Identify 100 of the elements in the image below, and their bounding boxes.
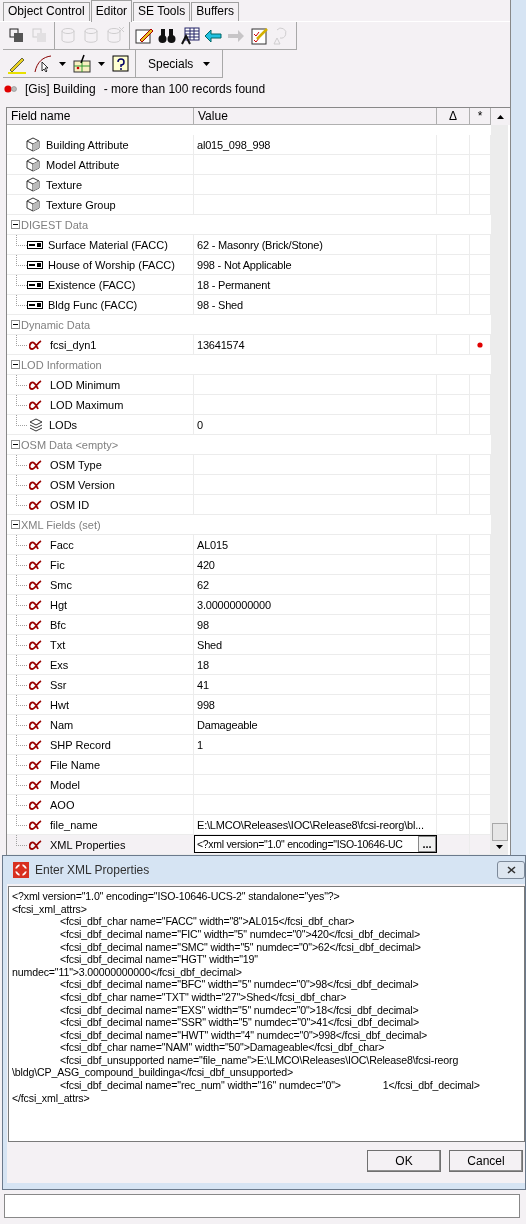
field-name: OSM Type xyxy=(50,458,102,471)
field-name: Existence (FACC) xyxy=(48,278,136,291)
collapse-toggle[interactable] xyxy=(11,440,20,449)
dropdown-caret-icon[interactable] xyxy=(98,61,105,66)
alpha-icon xyxy=(29,759,42,770)
field-name: AOO xyxy=(50,798,75,811)
modified-dot xyxy=(477,341,483,348)
field-name: Model xyxy=(50,778,80,791)
ok-button[interactable]: OK xyxy=(367,1150,441,1173)
field-value: 98 - Shed xyxy=(197,298,243,311)
alpha-icon xyxy=(29,599,42,610)
scroll-thumb[interactable] xyxy=(491,823,508,842)
combo-field-icon xyxy=(27,260,43,269)
scrollbar[interactable] xyxy=(491,125,508,856)
collapse-toggle[interactable] xyxy=(11,520,20,529)
field-name: Hwt xyxy=(50,698,69,711)
field-value: 62 xyxy=(197,578,209,591)
field-name: LOD Minimum xyxy=(50,378,121,391)
combo-field-icon xyxy=(27,280,43,289)
field-value: 18 xyxy=(197,658,209,671)
field-name: SHP Record xyxy=(50,738,111,751)
field-value: 41 xyxy=(197,678,209,691)
xml-text-field[interactable]: <?xml version="1.0" encoding="ISO-10646-UCS-2" standalone="yes"?> <fcsi_xml_attrs> <fcsi_dbf_char name="FACC" width="8">AL015</fcsi_dbf_char> <fcsi_dbf_decimal name="FIC" width="5" numdec="0">420</fcsi_dbf_decimal> <fcsi_dbf_decimal name="SMC" width="5" numdec="0">62</fcsi_dbf_decimal> <fcsi_dbf_decimal name="HGT" width="19" numdec="11">3.00000000000</fcsi_dbf_decimal> <fcsi_dbf_decimal name="BFC" width="5" numdec="0">98</fcsi_dbf_decimal> <fcsi_dbf_char name="TXT" width="27">Shed</fcsi_dbf_char> <fcsi_dbf_decimal name="EXS" width="5" numdec="0">18</fcsi_dbf_decimal> <fcsi_dbf_decimal name="SSR" width="5" numdec="0">41</fcsi_dbf_decimal> <fcsi_dbf_decimal name="HWT" width="4" numdec="0">998</fcsi_dbf_decimal> <fcsi_dbf_char name="NAM" width="50">Damageable</fcsi_dbf_char> <fcsi_dbf_unsupported name="file_name">E:\LMCO\Releases\IOC\Release8\fcsi-reorg \bldg\CP_ASG_compound_buildinga</fcsi_dbf_unsupported> <fcsi_dbf_decimal name="rec_num" width="16" numdec="0"> 1</fcsi_dbf_decimal> </fcsi_xml_attrs> xyxy=(8,886,525,1143)
column-header[interactable]: Field name xyxy=(7,108,194,125)
alpha-icon xyxy=(29,699,42,710)
field-value: Damageable xyxy=(197,718,258,731)
field-name: Facc xyxy=(50,538,74,551)
field-name: Smc xyxy=(50,578,72,591)
field-value: 0 xyxy=(197,418,203,431)
field-value: Shed xyxy=(197,638,222,651)
field-name: LOD Maximum xyxy=(50,398,124,411)
column-header[interactable]: Value xyxy=(194,108,437,125)
field-name: Texture Group xyxy=(46,198,116,211)
field-value: 998 - Not Applicable xyxy=(197,258,292,271)
alpha-icon xyxy=(29,479,42,490)
field-value: E:\LMCO\Releases\IOC\Release8\fcsi-reorg\bl... xyxy=(197,818,424,831)
caret-icon xyxy=(203,61,211,66)
alpha-icon xyxy=(29,819,42,830)
field-name: Bfc xyxy=(50,618,66,631)
dialog-title: Enter XML Properties xyxy=(35,863,150,878)
help-icon[interactable] xyxy=(111,53,131,74)
close-icon xyxy=(506,866,516,875)
field-value: AL015 xyxy=(197,538,228,551)
field-value: 3.00000000000 xyxy=(197,598,271,611)
specials-menu[interactable]: Specials xyxy=(140,56,219,71)
scroll-up-icon[interactable] xyxy=(497,114,504,119)
alpha-icon xyxy=(29,559,42,570)
field-name: Hgt xyxy=(50,598,68,611)
status-message: - more than 100 records found xyxy=(103,82,266,96)
layer-name: [Gis] Building xyxy=(25,82,96,96)
field-value: 1 xyxy=(197,738,203,751)
group-label: XML Fields (set) xyxy=(21,518,101,531)
close-button[interactable] xyxy=(497,861,525,880)
alpha-icon xyxy=(29,459,42,470)
dropdown-caret-icon[interactable] xyxy=(59,61,66,66)
field-value: al015_098_998 xyxy=(197,138,271,151)
group-label: DIGEST Data xyxy=(21,218,89,231)
tab[interactable]: Editor xyxy=(90,0,133,22)
field-name: Txt xyxy=(50,638,66,651)
field-name: OSM ID xyxy=(50,498,90,511)
alpha-icon xyxy=(29,339,42,350)
alpha-icon xyxy=(29,839,42,850)
tab[interactable]: Object Control xyxy=(3,2,90,21)
alpha-icon xyxy=(29,379,42,390)
collapse-toggle[interactable] xyxy=(11,220,20,229)
collapse-toggle[interactable] xyxy=(11,320,20,329)
tab[interactable]: Buffers xyxy=(191,2,239,21)
table-icon[interactable] xyxy=(180,25,200,46)
combo-field-icon xyxy=(27,240,43,249)
alpha-icon xyxy=(29,739,42,750)
field-name: Ssr xyxy=(50,678,67,691)
grid-import-icon[interactable] xyxy=(72,53,92,74)
field-value: 998 xyxy=(197,698,215,711)
field-value: 62 - Masonry (Brick/Stone) xyxy=(197,238,323,251)
field-name: File Name xyxy=(50,758,101,771)
alpha-icon xyxy=(29,499,42,510)
status-lights-icon xyxy=(4,85,17,93)
value-field[interactable]: <?xml version="1.0" encoding="ISO-10646-UC ... xyxy=(194,835,437,853)
field-name: Exs xyxy=(50,658,69,671)
field-name: OSM Version xyxy=(50,478,115,491)
alpha-icon xyxy=(29,719,42,730)
curve-cursor-icon[interactable] xyxy=(33,53,53,74)
field-name: XML Properties xyxy=(50,838,126,851)
field-name: Fic xyxy=(50,558,65,571)
scroll-down-icon[interactable] xyxy=(496,845,503,850)
tab[interactable]: SE Tools xyxy=(133,2,191,21)
column-header[interactable]: Δ xyxy=(437,108,470,125)
group-label: Dynamic Data xyxy=(21,318,91,331)
checklist-icon[interactable] xyxy=(249,25,269,46)
field-name: Texture xyxy=(46,178,83,191)
browse-button[interactable]: ... xyxy=(418,836,436,852)
cancel-button[interactable]: Cancel xyxy=(449,1150,523,1173)
alpha-icon xyxy=(29,679,42,690)
group-label: LOD Information xyxy=(21,358,102,371)
column-header[interactable]: * xyxy=(470,108,491,125)
field-value: 420 xyxy=(197,558,215,571)
alpha-icon xyxy=(29,619,42,630)
alpha-icon xyxy=(29,399,42,410)
collapse-toggle[interactable] xyxy=(11,360,20,369)
alpha-icon xyxy=(29,579,42,590)
